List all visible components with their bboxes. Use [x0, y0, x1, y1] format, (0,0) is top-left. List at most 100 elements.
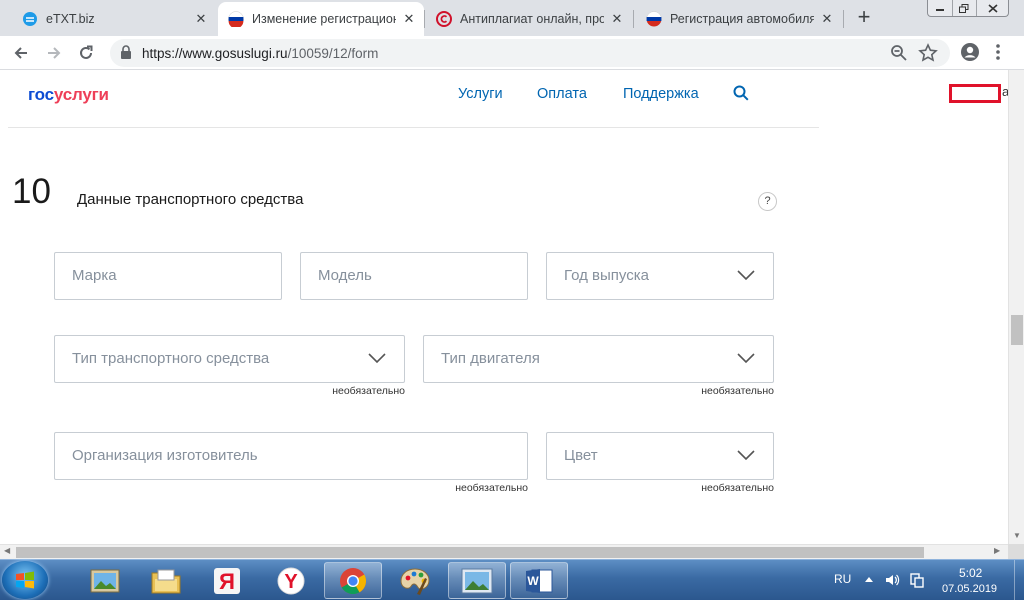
scrollbar-thumb[interactable] — [1011, 315, 1023, 345]
page-viewport: госуслуги Услуги Оплата Поддержка а 10 Д… — [0, 70, 1008, 544]
tab-title: Антиплагиат онлайн, про — [460, 12, 604, 26]
tab-title: Регистрация автомобиля — [670, 12, 814, 26]
image-viewer-icon — [461, 568, 493, 593]
zoom-icon[interactable] — [890, 44, 908, 62]
brand-input[interactable]: Марка — [54, 252, 282, 300]
nav-support[interactable]: Поддержка — [623, 86, 699, 102]
profile-avatar-icon[interactable] — [960, 42, 980, 62]
help-button[interactable]: ? — [758, 192, 777, 211]
taskbar-yandex[interactable]: Я — [198, 562, 256, 599]
etxt-icon — [23, 12, 37, 26]
windows-logo-icon — [16, 571, 34, 589]
screen: eTXT.biz ✕ Изменение регистрацион ✕ Анти… — [0, 0, 1024, 600]
reload-button[interactable] — [74, 41, 98, 65]
color-select[interactable]: Цвет — [546, 432, 774, 480]
year-select[interactable]: Год выпуска — [546, 252, 774, 300]
restore-icon — [959, 3, 969, 13]
tab-close-icon[interactable]: ✕ — [610, 11, 624, 27]
chevron-down-icon — [737, 270, 755, 281]
svg-text:Я: Я — [219, 569, 235, 594]
taskbar-explorer[interactable] — [137, 562, 195, 599]
scroll-left-arrow-icon[interactable]: ◀ — [4, 546, 10, 555]
tab-registration[interactable]: Регистрация автомобиля ✕ — [636, 2, 842, 36]
chevron-down-icon — [737, 353, 755, 364]
language-indicator[interactable]: RU — [834, 572, 851, 586]
arrow-right-icon — [48, 47, 61, 59]
nav-services[interactable]: Услуги — [458, 86, 503, 102]
taskbar-photos[interactable] — [76, 562, 134, 599]
volume-icon[interactable] — [884, 572, 900, 588]
optional-label: необязательно — [332, 385, 405, 397]
svg-text:W: W — [527, 574, 539, 588]
network-icon[interactable] — [910, 572, 924, 588]
tab-strip: eTXT.biz ✕ Изменение регистрацион ✕ Анти… — [0, 0, 1024, 36]
back-button[interactable] — [9, 41, 33, 65]
taskbar-image-viewer[interactable] — [448, 562, 506, 599]
field-placeholder: Тип транспортного средства — [72, 350, 270, 367]
taskbar-paint[interactable] — [386, 562, 444, 599]
taskbar-yandex-browser[interactable]: Y — [262, 562, 320, 599]
scroll-right-arrow-icon[interactable]: ▶ — [994, 546, 1000, 555]
word-icon: W — [526, 568, 553, 593]
window-controls — [927, 0, 1009, 17]
reload-icon — [80, 45, 93, 59]
url-path: /10059/12/form — [287, 46, 379, 61]
paint-palette-icon — [400, 567, 430, 595]
chevron-down-icon — [368, 353, 386, 364]
windows-taskbar: Я Y W RU 5:02 07.05.2019 — [0, 559, 1024, 600]
folder-icon — [151, 569, 181, 593]
manufacturer-input[interactable]: Организация изготовитель — [54, 432, 528, 480]
scrollbar-thumb[interactable] — [16, 547, 924, 558]
search-icon[interactable] — [733, 85, 749, 101]
minimize-icon — [935, 9, 944, 11]
scrollbar-corner — [1008, 544, 1024, 559]
logo-part2: услуги — [53, 85, 109, 104]
login-highlight-box[interactable] — [949, 84, 1001, 103]
gosuslugi-logo[interactable]: госуслуги — [28, 85, 109, 105]
vertical-scrollbar[interactable]: ▼ — [1008, 70, 1024, 544]
tab-title: eTXT.biz — [46, 12, 95, 26]
minimize-button[interactable] — [928, 0, 952, 16]
tab-gosuslugi-active[interactable]: Изменение регистрацион ✕ — [218, 2, 424, 36]
vehicle-type-select[interactable]: Тип транспортного средства — [54, 335, 405, 383]
field-placeholder: Цвет — [564, 447, 598, 464]
tab-close-icon[interactable]: ✕ — [402, 11, 416, 27]
tab-antiplagiat[interactable]: Антиплагиат онлайн, про ✕ — [426, 2, 632, 36]
restore-button[interactable] — [951, 0, 977, 16]
address-bar[interactable]: https://www.gosuslugi.ru/10059/12/form — [110, 39, 950, 67]
header-divider — [8, 127, 819, 128]
tab-close-icon[interactable]: ✕ — [194, 11, 208, 27]
tab-close-icon[interactable]: ✕ — [820, 11, 834, 27]
svg-text:Y: Y — [284, 571, 298, 593]
show-desktop-button[interactable] — [1014, 560, 1024, 600]
forward-button[interactable] — [42, 41, 66, 65]
clock-time[interactable]: 5:02 — [959, 566, 982, 580]
clock-date[interactable]: 07.05.2019 — [942, 583, 997, 595]
optional-label: необязательно — [701, 385, 774, 397]
close-window-button[interactable] — [976, 0, 1008, 16]
model-input[interactable]: Модель — [300, 252, 528, 300]
horizontal-scrollbar[interactable]: ◀ ▶ — [0, 544, 1008, 559]
russia-flag-icon — [228, 11, 244, 27]
field-placeholder: Марка — [72, 267, 117, 284]
nav-payment[interactable]: Оплата — [537, 86, 587, 102]
menu-kebab-icon[interactable] — [995, 43, 1001, 61]
field-placeholder: Модель — [318, 267, 372, 284]
arrow-left-icon — [14, 47, 27, 59]
tab-etxt[interactable]: eTXT.biz ✕ — [12, 2, 216, 36]
engine-type-select[interactable]: Тип двигателя — [423, 335, 774, 383]
taskbar-chrome[interactable] — [324, 562, 382, 599]
taskbar-word[interactable]: W — [510, 562, 568, 599]
url-host: https://www.gosuslugi.ru — [142, 46, 288, 61]
url-text: https://www.gosuslugi.ru/10059/12/form — [142, 46, 378, 61]
yandex-browser-icon: Y — [277, 567, 305, 594]
show-hidden-icons-arrow-icon[interactable] — [864, 575, 874, 583]
field-placeholder: Год выпуска — [564, 267, 649, 284]
new-tab-button[interactable]: + — [852, 6, 876, 30]
field-placeholder: Организация изготовитель — [72, 447, 258, 464]
scroll-down-arrow-icon[interactable]: ▼ — [1013, 531, 1021, 540]
bookmark-star-icon[interactable] — [918, 43, 938, 63]
lock-icon — [121, 45, 131, 59]
chevron-down-icon — [737, 450, 755, 461]
start-button[interactable] — [2, 561, 48, 599]
